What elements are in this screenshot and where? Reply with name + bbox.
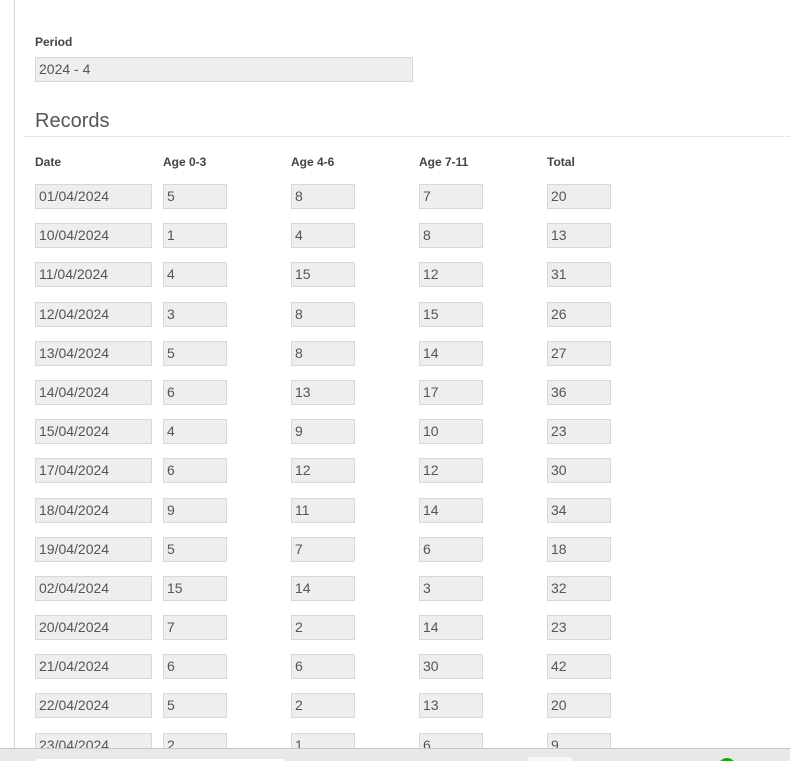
age-4-6-field[interactable]: 14 [291, 575, 355, 601]
records-list: 01/04/2024 5 8 7 20 10/04/2024 1 4 8 13 … [0, 184, 790, 761]
age-4-6-field[interactable]: 4 [291, 223, 355, 249]
age-7-11-field[interactable]: 12 [419, 458, 483, 484]
date-field[interactable]: 13/04/2024 [35, 340, 152, 366]
date-field[interactable]: 10/04/2024 [35, 223, 152, 249]
record-row: 19/04/2024 5 7 6 18 [0, 536, 790, 576]
total-field[interactable]: 42 [547, 654, 611, 680]
record-row: 18/04/2024 9 11 14 34 [0, 497, 790, 537]
total-field[interactable]: 20 [547, 184, 611, 209]
column-header-date: Date [35, 155, 62, 169]
age-7-11-field[interactable]: 8 [419, 223, 483, 249]
age-0-3-field[interactable]: 9 [163, 497, 227, 523]
record-row: 10/04/2024 1 4 8 13 [0, 223, 790, 262]
age-0-3-field[interactable]: 6 [163, 458, 227, 484]
age-0-3-field[interactable]: 5 [163, 536, 227, 562]
total-field[interactable]: 13 [547, 223, 611, 249]
age-7-11-field[interactable]: 14 [419, 340, 483, 366]
age-0-3-field[interactable]: 3 [163, 301, 227, 327]
age-7-11-field[interactable]: 14 [419, 615, 483, 641]
age-0-3-field[interactable]: 15 [163, 575, 227, 601]
age-4-6-field[interactable]: 2 [291, 615, 355, 641]
age-4-6-field[interactable]: 11 [291, 497, 355, 523]
taskbar-item[interactable] [528, 757, 572, 761]
column-header-age-4-6: Age 4-6 [291, 155, 335, 169]
date-field[interactable]: 01/04/2024 [35, 184, 152, 209]
age-0-3-field[interactable]: 5 [163, 340, 227, 366]
taskbar [0, 748, 790, 761]
age-4-6-field[interactable]: 8 [291, 340, 355, 366]
age-4-6-field[interactable]: 12 [291, 458, 355, 484]
age-7-11-field[interactable]: 15 [419, 301, 483, 327]
record-row: 21/04/2024 6 6 30 42 [0, 654, 790, 693]
age-4-6-field[interactable]: 8 [291, 184, 355, 209]
column-header-total: Total [547, 155, 575, 169]
total-field[interactable]: 36 [547, 379, 611, 405]
age-7-11-field[interactable]: 6 [419, 536, 483, 562]
age-4-6-field[interactable]: 6 [291, 654, 355, 680]
age-4-6-field[interactable]: 13 [291, 379, 355, 405]
page: Period 2024 - 4 Records Date Age 0-3 Age… [0, 0, 790, 761]
total-field[interactable]: 30 [547, 458, 611, 484]
age-4-6-field[interactable]: 15 [291, 262, 355, 288]
record-row: 01/04/2024 5 8 7 20 [0, 184, 790, 223]
age-4-6-field[interactable]: 9 [291, 419, 355, 445]
total-field[interactable]: 34 [547, 497, 611, 523]
record-row: 15/04/2024 4 9 10 23 [0, 419, 790, 458]
date-field[interactable]: 22/04/2024 [35, 693, 152, 719]
total-field[interactable]: 18 [547, 536, 611, 562]
record-row: 13/04/2024 5 8 14 27 [0, 340, 790, 380]
total-field[interactable]: 26 [547, 301, 611, 327]
age-7-11-field[interactable]: 13 [419, 693, 483, 719]
age-0-3-field[interactable]: 6 [163, 654, 227, 680]
age-0-3-field[interactable]: 7 [163, 615, 227, 641]
date-field[interactable]: 19/04/2024 [35, 536, 152, 562]
age-7-11-field[interactable]: 3 [419, 575, 483, 601]
date-field[interactable]: 18/04/2024 [35, 497, 152, 523]
age-4-6-field[interactable]: 2 [291, 693, 355, 719]
age-0-3-field[interactable]: 5 [163, 184, 227, 209]
age-7-11-field[interactable]: 7 [419, 184, 483, 209]
column-header-age-0-3: Age 0-3 [163, 155, 207, 169]
date-field[interactable]: 20/04/2024 [35, 615, 152, 641]
record-row: 14/04/2024 6 13 17 36 [0, 379, 790, 419]
date-field[interactable]: 14/04/2024 [35, 379, 152, 405]
total-field[interactable]: 32 [547, 575, 611, 601]
section-divider [25, 136, 790, 137]
records-title: Records [35, 110, 110, 132]
record-row: 17/04/2024 6 12 12 30 [0, 458, 790, 497]
total-field[interactable]: 31 [547, 262, 611, 288]
record-row: 20/04/2024 7 2 14 23 [0, 615, 790, 654]
date-field[interactable]: 11/04/2024 [35, 262, 152, 288]
period-label: Period [35, 35, 73, 49]
age-7-11-field[interactable]: 14 [419, 497, 483, 523]
age-0-3-field[interactable]: 4 [163, 419, 227, 445]
record-row: 12/04/2024 3 8 15 26 [0, 301, 790, 341]
total-field[interactable]: 23 [547, 615, 611, 641]
age-4-6-field[interactable]: 8 [291, 301, 355, 327]
date-field[interactable]: 02/04/2024 [35, 575, 152, 601]
record-row: 22/04/2024 5 2 13 20 [0, 693, 790, 732]
period-field[interactable]: 2024 - 4 [35, 57, 413, 82]
age-0-3-field[interactable]: 5 [163, 693, 227, 719]
age-4-6-field[interactable]: 7 [291, 536, 355, 562]
age-7-11-field[interactable]: 12 [419, 262, 483, 288]
total-field[interactable]: 20 [547, 693, 611, 719]
date-field[interactable]: 12/04/2024 [35, 301, 152, 327]
age-0-3-field[interactable]: 4 [163, 262, 227, 288]
total-field[interactable]: 23 [547, 419, 611, 445]
age-0-3-field[interactable]: 6 [163, 379, 227, 405]
column-header-age-7-11: Age 7-11 [419, 155, 469, 169]
age-0-3-field[interactable]: 1 [163, 223, 227, 249]
date-field[interactable]: 15/04/2024 [35, 419, 152, 445]
record-row: 11/04/2024 4 15 12 31 [0, 262, 790, 301]
age-7-11-field[interactable]: 17 [419, 379, 483, 405]
total-field[interactable]: 27 [547, 340, 611, 366]
date-field[interactable]: 21/04/2024 [35, 654, 152, 680]
record-row: 02/04/2024 15 14 3 32 [0, 575, 790, 615]
age-7-11-field[interactable]: 10 [419, 419, 483, 445]
date-field[interactable]: 17/04/2024 [35, 458, 152, 484]
age-7-11-field[interactable]: 30 [419, 654, 483, 680]
